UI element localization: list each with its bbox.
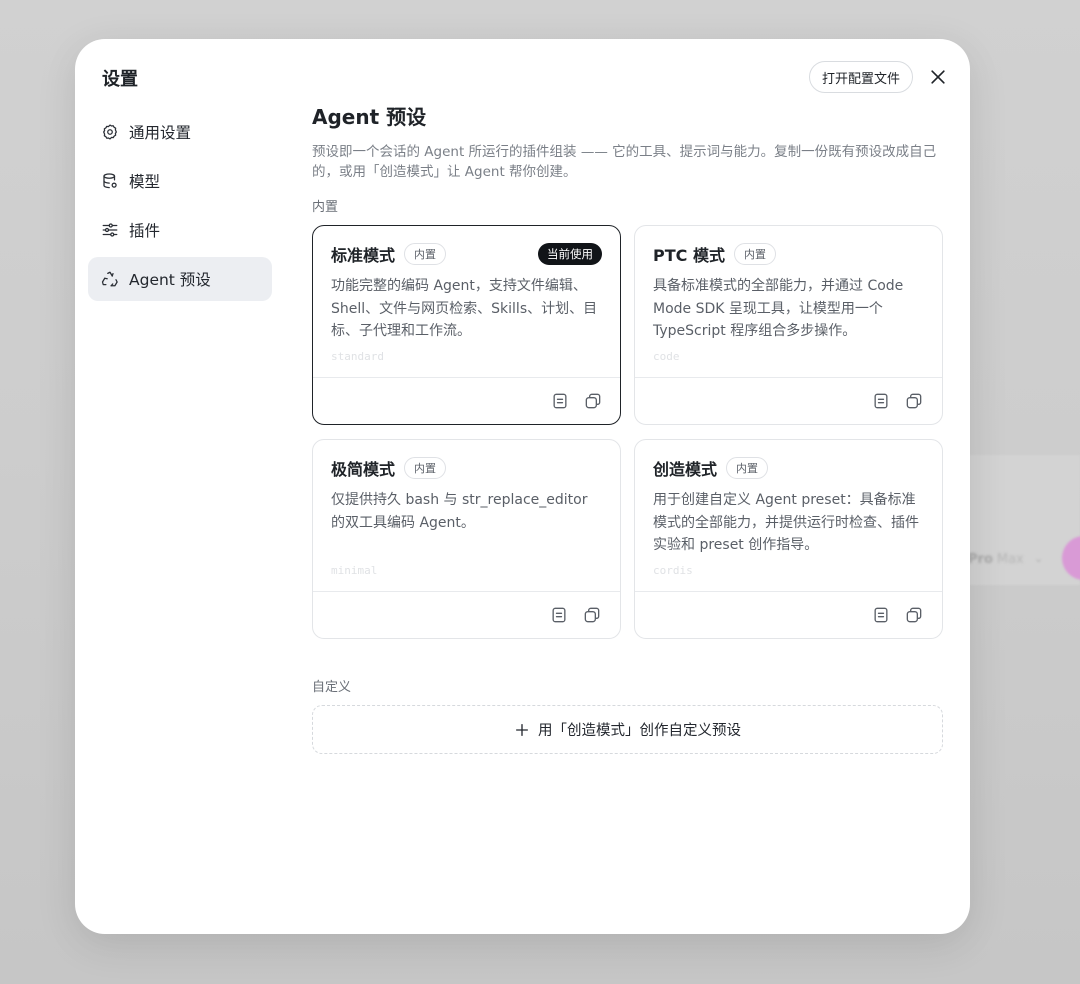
- card-description: 具备标准模式的全部能力，并通过 Code Mode SDK 呈现工具，让模型用一…: [653, 278, 904, 339]
- database-icon: [101, 172, 119, 190]
- sidebar-item-label: Agent 预设: [129, 271, 211, 289]
- sidebar-item-plugins[interactable]: 插件: [88, 208, 272, 252]
- builtin-badge: 内置: [404, 243, 447, 265]
- card-description: 功能完整的编码 Agent，支持文件编辑、Shell、文件与网页检索、Skill…: [331, 278, 598, 339]
- background-chevron-down-icon: ⌄: [1034, 552, 1044, 565]
- builtin-section-label: 内置: [312, 200, 339, 215]
- card-code: standard: [331, 350, 384, 363]
- page-description: 预设即一个会话的 Agent 所运行的插件组装 —— 它的工具、提示词与能力。复…: [312, 144, 937, 180]
- sidebar-item-label: 通用设置: [129, 124, 192, 142]
- view-document-icon[interactable]: [550, 391, 570, 411]
- card-header: PTC 模式 内置: [653, 242, 924, 266]
- builtin-badge: 内置: [404, 457, 447, 479]
- copy-icon[interactable]: [904, 605, 924, 625]
- card-header: 创造模式 内置: [653, 456, 924, 480]
- card-description: 仅提供持久 bash 与 str_replace_editor 的双工具编码 A…: [331, 492, 588, 531]
- preset-card-create[interactable]: 创造模式 内置 用于创建自定义 Agent preset：具备标准模式的全部能力…: [634, 439, 943, 639]
- card-footer: [635, 377, 942, 424]
- sidebar-item-label: 模型: [129, 173, 161, 191]
- sidebar-item-agent-presets[interactable]: Agent 预设: [88, 257, 272, 301]
- card-title: PTC 模式: [653, 246, 725, 265]
- card-code: cordis: [653, 564, 693, 577]
- add-custom-preset-button[interactable]: 用「创造模式」创作自定义预设: [312, 705, 943, 754]
- sidebar-item-models[interactable]: 模型: [88, 159, 272, 203]
- card-footer: [635, 591, 942, 638]
- plus-icon: [514, 722, 530, 738]
- current-badge: 当前使用: [538, 243, 602, 265]
- card-code: code: [653, 350, 680, 363]
- builtin-badge: 内置: [733, 243, 776, 265]
- preset-card-minimal[interactable]: 极简模式 内置 仅提供持久 bash 与 str_replace_editor …: [312, 439, 621, 639]
- card-title: 创造模式: [653, 460, 718, 479]
- background-model-label: Pro Max: [968, 552, 1024, 567]
- card-title: 极简模式: [331, 460, 396, 479]
- card-header: 标准模式 内置 当前使用: [331, 242, 602, 266]
- card-title: 标准模式: [331, 246, 396, 265]
- page-title: Agent 预设: [312, 105, 427, 129]
- preset-card-ptc[interactable]: PTC 模式 内置 具备标准模式的全部能力，并通过 Code Mode SDK …: [634, 225, 943, 425]
- view-document-icon[interactable]: [871, 605, 891, 625]
- card-footer: [313, 591, 620, 638]
- settings-main: Agent 预设 预设即一个会话的 Agent 所运行的插件组装 —— 它的工具…: [312, 39, 944, 934]
- settings-title: 设置: [102, 69, 138, 90]
- copy-icon[interactable]: [582, 605, 602, 625]
- custom-section-label: 自定义: [312, 680, 352, 695]
- settings-modal: 设置 通用设置 模型 插件 Agent 预设 打开配置文件 Agent 预设 预…: [75, 39, 970, 934]
- builtin-badge: 内置: [726, 457, 769, 479]
- sliders-icon: [101, 221, 119, 239]
- settings-nav: 通用设置 模型 插件 Agent 预设: [88, 110, 272, 306]
- card-footer: [313, 377, 620, 424]
- gear-icon: [101, 123, 119, 141]
- view-document-icon[interactable]: [549, 605, 569, 625]
- add-custom-label: 用「创造模式」创作自定义预设: [538, 723, 741, 739]
- card-description: 用于创建自定义 Agent preset：具备标准模式的全部能力，并提供运行时检…: [653, 492, 919, 553]
- settings-sidebar: 设置 通用设置 模型 插件 Agent 预设: [75, 39, 285, 934]
- copy-icon[interactable]: [583, 391, 603, 411]
- sidebar-item-general[interactable]: 通用设置: [88, 110, 272, 154]
- copy-icon[interactable]: [904, 391, 924, 411]
- preset-card-standard[interactable]: 标准模式 内置 当前使用 功能完整的编码 Agent，支持文件编辑、Shell、…: [312, 225, 621, 425]
- recycle-icon: [101, 270, 119, 288]
- view-document-icon[interactable]: [871, 391, 891, 411]
- card-code: minimal: [331, 564, 378, 577]
- card-header: 极简模式 内置: [331, 456, 602, 480]
- sidebar-item-label: 插件: [129, 222, 161, 240]
